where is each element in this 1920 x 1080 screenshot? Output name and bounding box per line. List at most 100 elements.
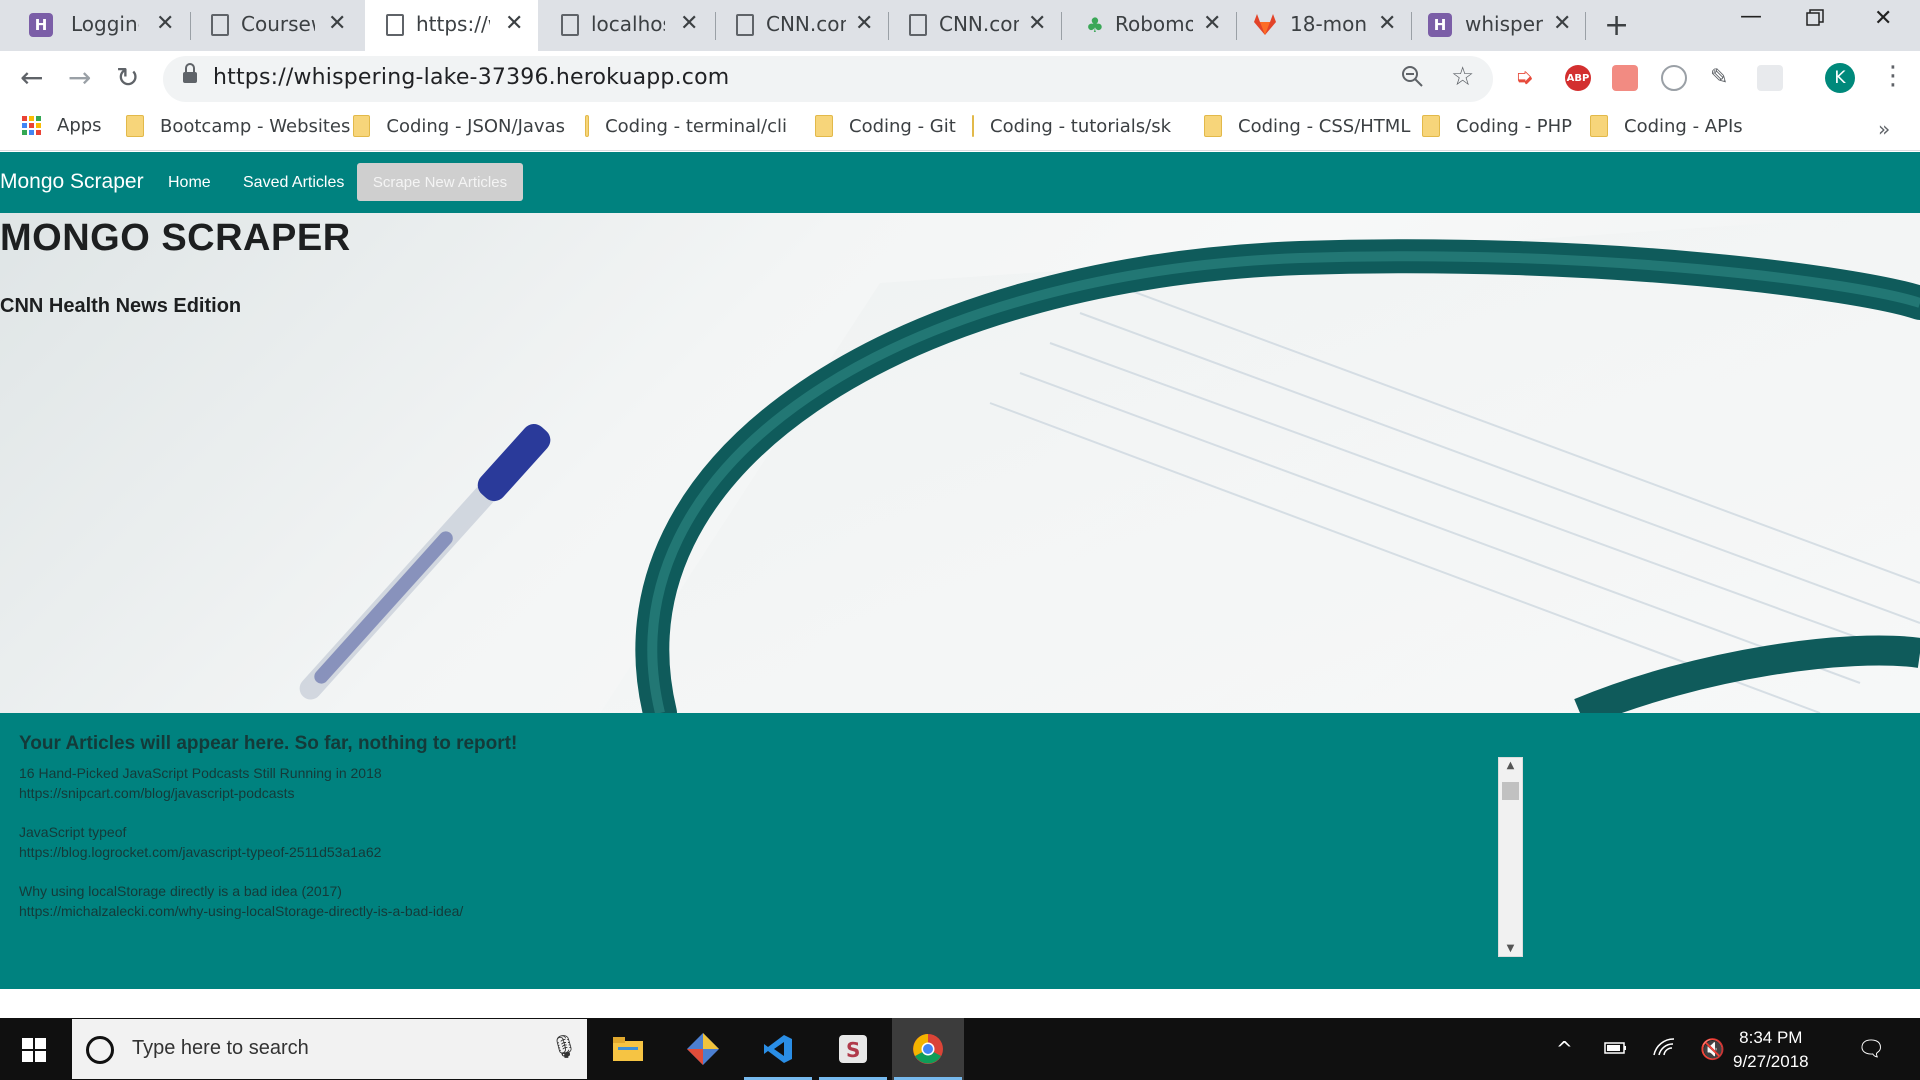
- notifications-icon[interactable]: 🗨: [1857, 1037, 1885, 1062]
- bookmark-folder[interactable]: Bootcamp - Websites: [126, 115, 350, 137]
- nav-home-link[interactable]: Home: [168, 174, 211, 192]
- tab-logging[interactable]: H Logging | ✕: [0, 0, 190, 51]
- gitlab-icon: [1253, 13, 1277, 37]
- scrape-new-articles-button[interactable]: Scrape New Articles: [357, 163, 523, 201]
- tab-title: Robomon: [1115, 12, 1193, 36]
- tab-coursework[interactable]: Courseword ✕: [190, 0, 363, 51]
- tab-gitlab[interactable]: 18-mong ✕: [1236, 0, 1409, 51]
- site-brand[interactable]: Mongo Scraper: [0, 170, 144, 194]
- close-icon[interactable]: ✕: [156, 11, 174, 36]
- article-title: JavaScript typeof: [19, 824, 127, 840]
- tab-title: https://wl: [416, 12, 490, 36]
- back-icon[interactable]: ←: [20, 61, 43, 94]
- bookmark-folder[interactable]: Coding - CSS/HTML: [1204, 115, 1410, 137]
- article-title-cut-off: ​: [19, 940, 1499, 960]
- list-item-partial: ​: [19, 940, 1499, 960]
- close-icon[interactable]: ✕: [1028, 11, 1046, 36]
- file-explorer-icon[interactable]: [592, 1018, 664, 1080]
- windows-taskbar: Type here to search 🎙 S ^ 🔇 8:34 PM 9/27…: [0, 1018, 1920, 1080]
- article-link[interactable]: https://snipcart.com/blog/javascript-pod…: [19, 783, 1499, 803]
- windows-start-icon[interactable]: [22, 1038, 46, 1062]
- tab-title: 18-mong: [1290, 12, 1368, 36]
- taskbar-search-box[interactable]: Type here to search 🎙: [72, 1019, 587, 1079]
- battery-icon[interactable]: [1604, 1037, 1628, 1061]
- tab-title: CNN.com: [766, 12, 846, 36]
- adblock-icon[interactable]: ABP: [1565, 65, 1591, 91]
- article-link[interactable]: https://michalzalecki.com/why-using-loca…: [19, 901, 1499, 921]
- taskbar-clock[interactable]: 8:34 PM 9/27/2018: [1733, 1026, 1809, 1074]
- hero-banner: MONGO SCRAPER CNN Health News Edition: [0, 213, 1920, 713]
- browser-toolbar: ← → ↻ https://whispering-lake-37396.hero…: [0, 51, 1920, 109]
- h-app-icon: H: [29, 13, 53, 37]
- bookmark-folder[interactable]: Coding - tutorials/ski: [972, 115, 1172, 137]
- extension-red-icon[interactable]: [1612, 65, 1638, 91]
- tab-title: Logging |: [71, 12, 139, 36]
- extension-circle-icon[interactable]: [1661, 65, 1687, 91]
- git-gui-icon[interactable]: [667, 1018, 739, 1080]
- clock-time: 8:34 PM: [1739, 1028, 1803, 1047]
- close-icon[interactable]: ✕: [1203, 11, 1221, 36]
- article-list[interactable]: 16 Hand-Picked JavaScript Podcasts Still…: [19, 763, 1499, 969]
- article-list-scrollbar[interactable]: ▲ ▼: [1498, 757, 1523, 957]
- scroll-up-icon[interactable]: ▲: [1499, 760, 1522, 771]
- network-icon[interactable]: [1652, 1037, 1676, 1062]
- bookmark-folder[interactable]: Coding - JSON/Javas: [353, 115, 565, 137]
- restore-icon[interactable]: [1806, 8, 1824, 33]
- close-icon[interactable]: ✕: [505, 11, 523, 36]
- robomongo-icon: ♣: [1086, 13, 1104, 37]
- more-bookmarks-icon[interactable]: »: [1878, 117, 1890, 141]
- bookmark-folder[interactable]: Coding - APIs: [1590, 115, 1743, 137]
- reload-icon[interactable]: ↻: [116, 61, 139, 94]
- close-icon[interactable]: ✕: [1378, 11, 1396, 36]
- address-bar[interactable]: https://whispering-lake-37396.herokuapp.…: [163, 56, 1493, 102]
- page-icon: [561, 14, 579, 36]
- scroll-down-icon[interactable]: ▼: [1499, 943, 1522, 954]
- tab-localhost[interactable]: localhost: ✕: [540, 0, 713, 51]
- eyedropper-icon[interactable]: ✎: [1710, 65, 1736, 91]
- forward-icon[interactable]: →: [68, 61, 91, 94]
- bookmark-apps[interactable]: Apps: [22, 115, 102, 136]
- close-window-icon[interactable]: ✕: [1874, 6, 1892, 31]
- profile-avatar[interactable]: K: [1825, 63, 1855, 93]
- vscode-icon[interactable]: [742, 1018, 814, 1080]
- bookmarks-bar: Apps Bootcamp - Websites Coding - JSON/J…: [0, 109, 1920, 151]
- tab-cnn-2[interactable]: CNN.com ✕: [888, 0, 1061, 51]
- extension-arrow-icon[interactable]: ➭: [1515, 65, 1541, 91]
- volume-muted-icon[interactable]: 🔇: [1700, 1037, 1725, 1061]
- close-icon[interactable]: ✕: [1553, 11, 1571, 36]
- tab-active-whispering[interactable]: https://wl ✕: [365, 0, 538, 51]
- url-text[interactable]: https://whispering-lake-37396.herokuapp.…: [213, 65, 729, 90]
- tab-robomongo[interactable]: ♣ Robomon ✕: [1061, 0, 1234, 51]
- microphone-icon[interactable]: 🎙: [550, 1035, 578, 1060]
- web-page: Mongo Scraper Home Saved Articles Scrape…: [0, 152, 1920, 1018]
- tab-cnn-1[interactable]: CNN.com ✕: [715, 0, 888, 51]
- close-icon[interactable]: ✕: [328, 11, 346, 36]
- bookmark-folder[interactable]: Coding - terminal/cli: [585, 115, 787, 137]
- article-link[interactable]: https://blog.logrocket.com/javascript-ty…: [19, 842, 1499, 862]
- chrome-icon[interactable]: [892, 1018, 964, 1080]
- new-tab-button[interactable]: +: [1604, 8, 1629, 43]
- slack-icon[interactable]: S: [817, 1018, 889, 1080]
- folder-icon: [353, 115, 371, 137]
- apps-grid-icon: [22, 116, 41, 135]
- zoom-icon[interactable]: [1400, 64, 1424, 94]
- nav-saved-articles-link[interactable]: Saved Articles: [243, 174, 344, 192]
- bookmark-folder[interactable]: Coding - PHP: [1422, 115, 1572, 137]
- tab-whispering[interactable]: H whisperin ✕: [1411, 0, 1584, 51]
- bookmark-label: Coding - PHP: [1456, 115, 1573, 137]
- scroll-thumb[interactable]: [1502, 782, 1519, 800]
- close-icon[interactable]: ✕: [855, 11, 873, 36]
- tray-chevron-up-icon[interactable]: ^: [1556, 1037, 1573, 1061]
- bookmark-label: Bootcamp - Websites: [160, 115, 351, 137]
- page-subtitle: CNN Health News Edition: [0, 295, 242, 317]
- minimize-icon[interactable]: —: [1740, 4, 1762, 29]
- bookmark-star-icon[interactable]: ☆: [1451, 62, 1474, 92]
- bookmark-folder[interactable]: Coding - Git: [815, 115, 956, 137]
- article-title: Why using localStorage directly is a bad…: [19, 883, 342, 899]
- bookmark-label: Coding - JSON/Javas: [386, 115, 565, 137]
- extension-grey-icon[interactable]: [1757, 65, 1783, 91]
- list-item: Why using localStorage directly is a bad…: [19, 881, 1499, 921]
- close-icon[interactable]: ✕: [680, 11, 698, 36]
- menu-kebab-icon[interactable]: ⋮: [1880, 61, 1906, 91]
- folder-icon: [1204, 115, 1222, 137]
